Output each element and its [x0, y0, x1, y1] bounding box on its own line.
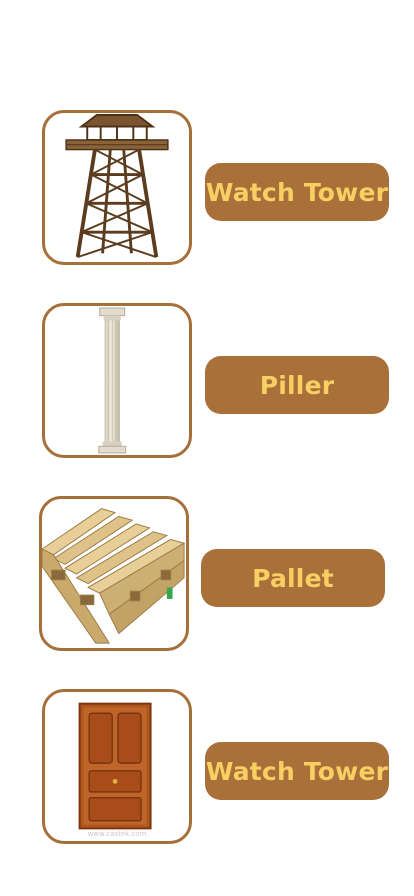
item-label-button[interactable]: Watch Tower	[205, 163, 389, 221]
watch-tower-image-card[interactable]	[42, 110, 192, 265]
pallet-icon	[42, 508, 186, 644]
item-label-button[interactable]: Pallet	[201, 549, 385, 607]
door-icon	[78, 702, 152, 830]
pillar-icon	[98, 307, 127, 454]
pallet-image-card[interactable]	[39, 496, 189, 651]
item-label-button[interactable]: Watch Tower	[205, 742, 389, 800]
image-watermark: www.castek.com	[87, 830, 147, 838]
door-image-card[interactable]: www.castek.com	[42, 689, 192, 844]
watch-tower-icon	[65, 114, 169, 259]
pillar-image-card[interactable]	[42, 303, 192, 458]
item-label-button[interactable]: Piller	[205, 356, 389, 414]
